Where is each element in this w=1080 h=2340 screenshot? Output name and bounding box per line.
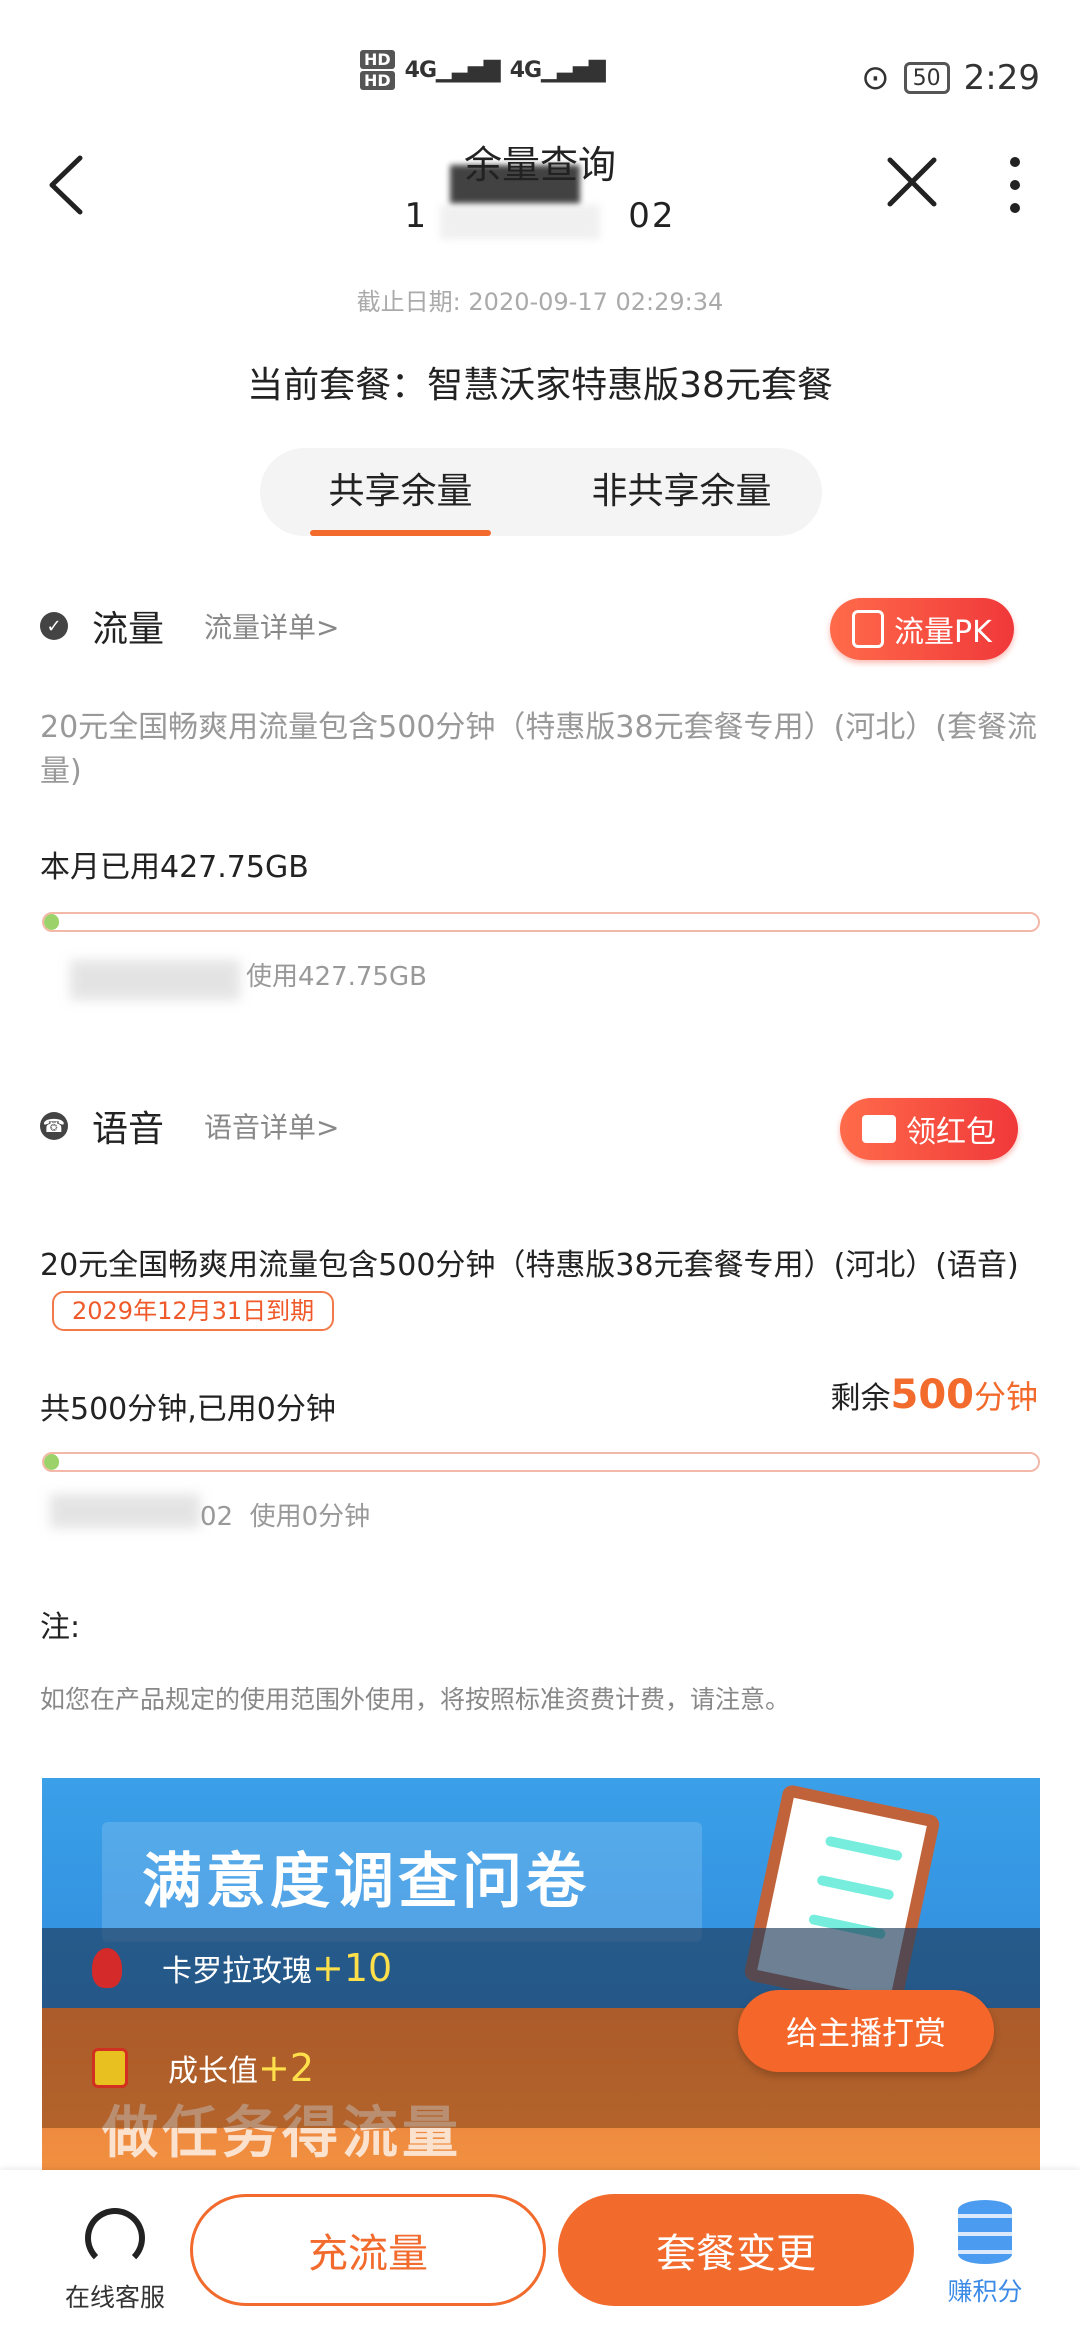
red-packet-label: 领红包 xyxy=(906,1115,996,1150)
balance-tabs: 共享余量 非共享余量 xyxy=(260,448,822,536)
coins-icon xyxy=(958,2200,1012,2264)
status-right: ⊙ 50 2:29 xyxy=(861,58,1040,98)
note-heading: 注: xyxy=(40,1610,81,1645)
change-package-button[interactable]: 套餐变更 xyxy=(558,2194,914,2306)
cutoff-date: 截止日期: 2020-09-17 02:29:34 xyxy=(356,288,724,316)
voice-progress-fill xyxy=(44,1454,59,1470)
data-description: 20元全国畅爽用流量包含500分钟（特惠版38元套餐专用）(河北）(套餐流量) xyxy=(40,710,1038,789)
gift-amount: +2 xyxy=(258,2046,315,2090)
voice-detail-link[interactable]: 语音详单> xyxy=(204,1106,339,1146)
survey-banner[interactable]: 满意度调查问卷 做任务得流量 卡罗拉玫瑰+10 成长值+2 xyxy=(42,1778,1040,2170)
signal-indicators: HD HD 4G▁▃▅▇ 4G▁▃▅▇ xyxy=(360,50,606,90)
envelope-icon xyxy=(862,1115,896,1143)
location-icon: ⊙ xyxy=(861,58,890,98)
tab-non-shared[interactable]: 非共享余量 xyxy=(541,448,822,536)
redaction xyxy=(50,1494,200,1528)
redaction xyxy=(440,205,600,239)
check-icon: ✓ xyxy=(40,612,68,640)
voice-used: 共500分钟,已用0分钟 xyxy=(40,1392,336,1427)
data-pk-button[interactable]: 流量PK xyxy=(830,598,1014,660)
headset-icon xyxy=(85,2208,145,2268)
expire-badge: 2029年12月31日到期 xyxy=(52,1290,335,1331)
customer-service-button[interactable]: 在线客服 xyxy=(50,2208,180,2314)
note-text: 如您在产品规定的使用范围外使用，将按照标准资费计费，请注意。 xyxy=(40,1685,791,1714)
data-used: 本月已用427.75GB xyxy=(40,850,309,885)
voice-progress-bar xyxy=(42,1452,1040,1472)
data-progress-bar xyxy=(42,912,1040,932)
phone-call-icon: ☎ xyxy=(40,1112,68,1140)
data-detail-link[interactable]: 流量详单> xyxy=(204,606,339,646)
status-bar: HD HD 4G▁▃▅▇ 4G▁▃▅▇ ⊙ 50 2:29 xyxy=(0,0,1080,140)
hd-label: HD xyxy=(360,50,395,69)
signal-icon: 4G▁▃▅▇ xyxy=(509,57,606,83)
banner-title: 满意度调查问卷 xyxy=(102,1822,702,1942)
charge-data-button[interactable]: 充流量 xyxy=(190,2194,546,2306)
phone-icon xyxy=(852,610,884,648)
hd-label: HD xyxy=(360,71,395,90)
redaction xyxy=(450,165,580,205)
hd-icon: HD HD xyxy=(360,50,395,90)
voice-title: 语音 xyxy=(92,1109,165,1150)
reward-button[interactable]: 给主播打赏 xyxy=(738,1990,994,2072)
gift-amount: +10 xyxy=(312,1946,393,1990)
signal-icon: 4G▁▃▅▇ xyxy=(404,57,501,83)
customer-service-label: 在线客服 xyxy=(64,2283,165,2312)
gift-name: 卡罗拉玫瑰 xyxy=(162,1954,312,1989)
gift-name: 成长值 xyxy=(168,2054,258,2089)
data-progress-fill xyxy=(44,914,59,930)
red-packet-button[interactable]: 领红包 xyxy=(840,1098,1018,1160)
earn-points-label: 赚积分 xyxy=(947,2277,1023,2306)
rose-icon xyxy=(92,1948,122,1988)
data-pk-label: 流量PK xyxy=(894,615,992,650)
data-bar-note: 使用427.75GB xyxy=(246,962,427,992)
earn-points-button[interactable]: 赚积分 xyxy=(920,2200,1050,2308)
data-section-header: ✓ 流量 流量详单> xyxy=(40,600,339,652)
voice-description: 20元全国畅爽用流量包含500分钟（特惠版38元套餐专用）(河北）(语音)202… xyxy=(40,1244,1040,1332)
voice-remaining: 剩余500分钟 xyxy=(830,1372,1038,1418)
tab-shared[interactable]: 共享余量 xyxy=(260,448,541,536)
clock: 2:29 xyxy=(963,58,1040,98)
medal-icon xyxy=(92,2048,128,2088)
more-icon[interactable] xyxy=(1000,150,1030,220)
voice-section-header: ☎ 语音 语音详单> xyxy=(40,1100,339,1152)
bottom-nav: 在线客服 充流量 套餐变更 赚积分 xyxy=(0,2170,1080,2340)
close-icon[interactable] xyxy=(880,150,944,214)
voice-bar-note: 02 使用0分钟 xyxy=(200,1502,371,1532)
current-package: 当前套餐：智慧沃家特惠版38元套餐 xyxy=(247,365,833,406)
battery-icon: 50 xyxy=(903,62,950,94)
data-title: 流量 xyxy=(92,609,165,650)
redaction xyxy=(70,960,240,1000)
